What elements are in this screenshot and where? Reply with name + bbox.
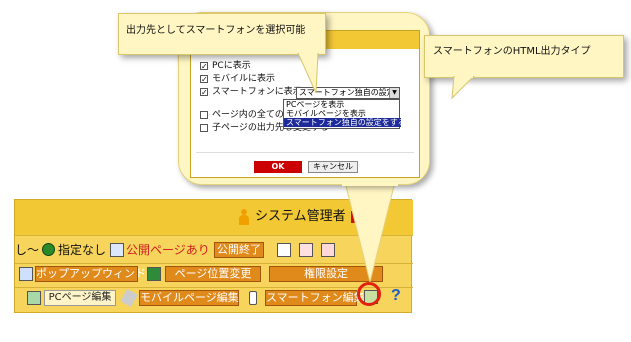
clock-icon [42, 243, 55, 256]
pc-icon [27, 291, 41, 305]
mobile-display-checkbox[interactable]: ✓ [200, 75, 208, 84]
admin-label: システム管理者 [255, 209, 346, 224]
no-date-label: 指定なし [58, 243, 107, 257]
callout-right-pointer [451, 76, 475, 100]
cancel-button[interactable]: キャンセル [308, 161, 358, 173]
all-areas-checkbox[interactable] [200, 111, 208, 119]
published-status: 公開ページあり [126, 243, 210, 257]
end-publish-button[interactable]: 公開終了 [214, 242, 264, 258]
smartphone-display-checkbox[interactable]: ✓ [200, 88, 208, 97]
dropdown-option-selected[interactable]: スマートフォン独自の設定をする [284, 118, 401, 127]
admin-user-icon [239, 209, 249, 225]
page-move-button[interactable]: ページ位置変更 [165, 266, 261, 282]
callout-html-output-type: スマートフォンのHTML出力タイプ [424, 35, 624, 78]
edit-check-icon[interactable] [299, 243, 313, 257]
smartphone-icon [249, 291, 257, 305]
callout-smartphone-selectable: 出力先としてスマートフォンを選択可能 [118, 13, 326, 55]
dropdown-option[interactable]: モバイルページを表示 [284, 109, 401, 118]
callout-left-text: 出力先としてスマートフォンを選択可能 [126, 25, 306, 36]
smartphone-display-label: スマートフォンに表示 [212, 87, 302, 97]
pc-edit-button[interactable]: PCページ編集 [44, 290, 116, 306]
mobile-icon [120, 288, 138, 308]
ok-button[interactable]: OK [254, 161, 302, 173]
page-status-icon [110, 243, 124, 257]
mobile-edit-button[interactable]: モバイルページ編集 [139, 290, 239, 306]
divider [196, 152, 414, 153]
date-range-text: し～ [15, 243, 40, 257]
page-move-icon [147, 267, 161, 281]
chevron-down-icon[interactable]: ▼ [389, 88, 399, 98]
child-pages-checkbox[interactable] [200, 124, 208, 132]
callout-left-pointer [297, 53, 319, 94]
pc-display-label: PCに表示 [212, 61, 251, 71]
callout-right-text: スマートフォンのHTML出力タイプ [433, 46, 591, 57]
dropdown-option[interactable]: PCページを表示 [284, 100, 401, 109]
chart-icon[interactable] [321, 243, 335, 257]
window-icon [19, 267, 33, 281]
pc-display-checkbox[interactable]: ✓ [200, 62, 208, 71]
popup-window-button[interactable]: ポップアップウィンドウ [35, 266, 157, 282]
smartphone-edit-button[interactable]: スマートフォン編集 [265, 290, 365, 306]
document-icon[interactable] [277, 243, 291, 257]
mobile-display-label: モバイルに表示 [212, 74, 276, 84]
select-dropdown-list: PCページを表示 モバイルページを表示 スマートフォン独自の設定をする [283, 99, 401, 129]
